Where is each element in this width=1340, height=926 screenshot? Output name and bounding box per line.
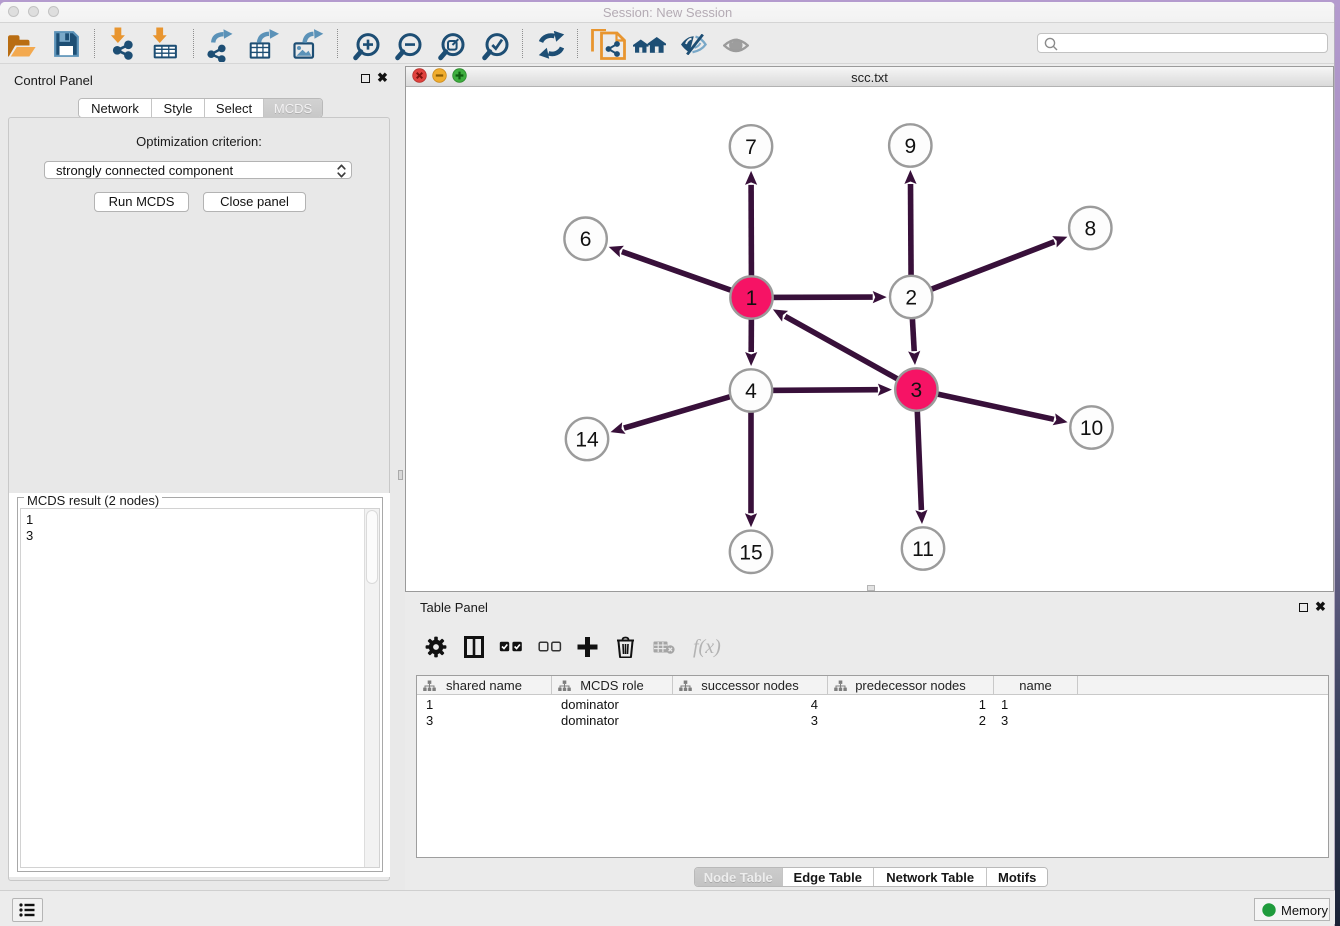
svg-text:6: 6 xyxy=(580,228,592,251)
svg-text:3: 3 xyxy=(911,379,923,402)
svg-text:11: 11 xyxy=(912,538,934,561)
svg-text:4: 4 xyxy=(745,380,757,403)
svg-text:10: 10 xyxy=(1080,417,1103,440)
svg-text:1: 1 xyxy=(746,287,758,310)
svg-text:14: 14 xyxy=(575,429,599,452)
svg-text:2: 2 xyxy=(905,287,917,310)
svg-text:7: 7 xyxy=(745,136,757,159)
svg-text:8: 8 xyxy=(1084,218,1096,241)
svg-text:9: 9 xyxy=(904,135,916,158)
svg-text:15: 15 xyxy=(739,541,762,564)
